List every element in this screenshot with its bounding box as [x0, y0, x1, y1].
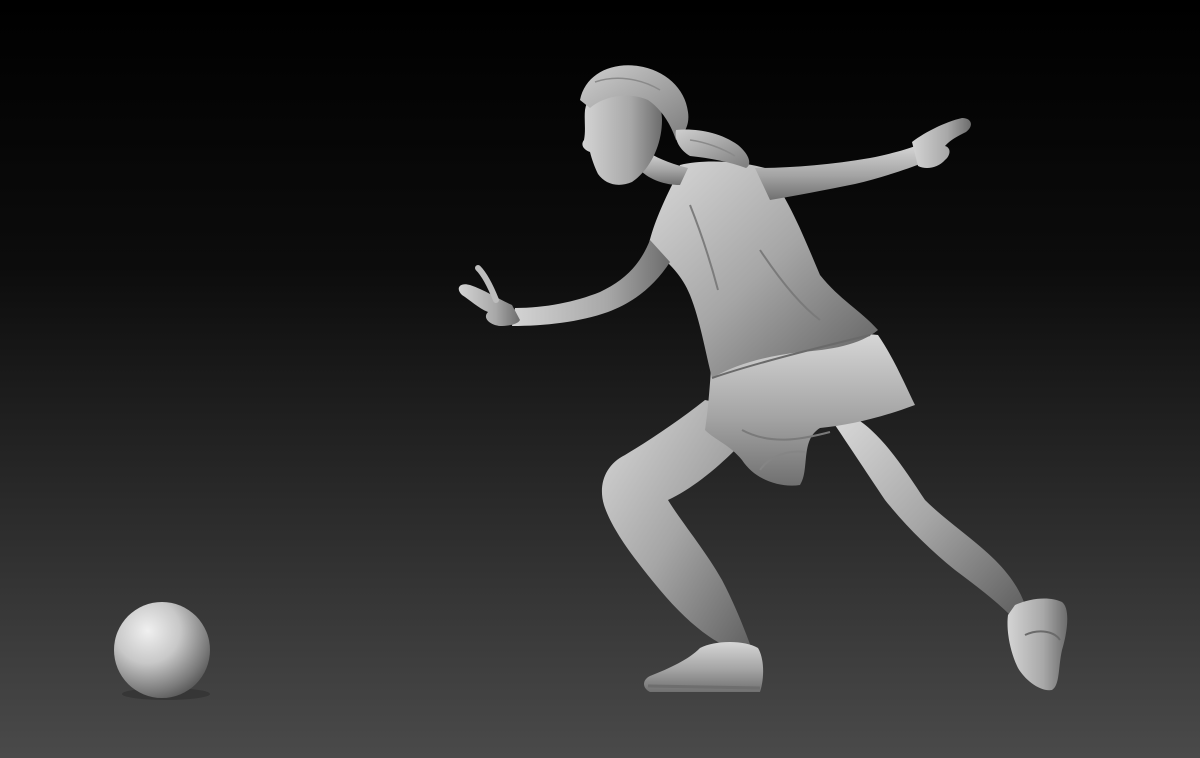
render-scene [0, 0, 1200, 758]
sculpt-viewport [0, 0, 1200, 758]
